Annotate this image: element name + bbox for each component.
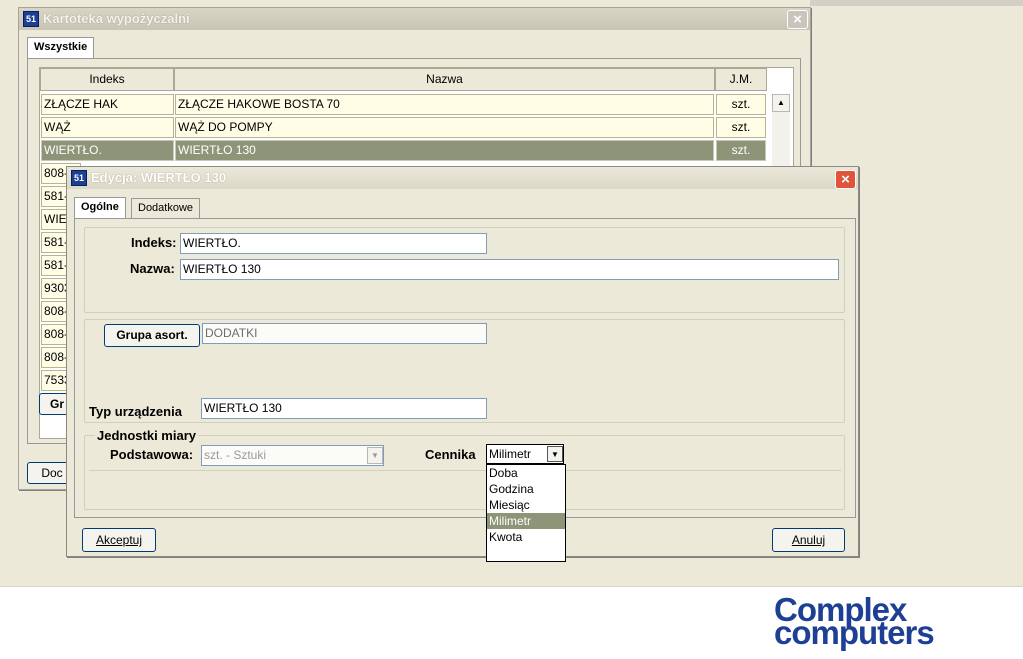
tab-ogolne[interactable]: Ogólne <box>74 197 126 219</box>
nazwa-field[interactable]: WIERTŁO 130 <box>180 259 839 280</box>
edycja-dialog: Edycja: WIERTŁO 130 51 × Ogólne Dodatkow… <box>66 166 859 562</box>
grupa-asort-button[interactable]: Grupa asort. <box>104 324 200 347</box>
table-row-cell[interactable]: szt. <box>716 117 766 138</box>
cennika-value: Milimetr <box>489 447 531 461</box>
complex-computers-logo: Complex computers <box>772 593 1012 651</box>
podstawowa-label: Podstawowa: <box>110 447 194 462</box>
akceptuj-button[interactable]: Akceptuj <box>82 528 156 552</box>
podstawowa-value: szt. - Sztuki <box>204 448 267 462</box>
kartoteka-title: Kartoteka wypożyczalni <box>43 11 190 26</box>
edycja-titlebar[interactable]: Edycja: WIERTŁO 130 <box>67 167 858 189</box>
desktop-strip <box>810 0 1023 6</box>
table-row-cell[interactable]: ZŁĄCZE HAK <box>41 94 174 115</box>
kartoteka-titlebar[interactable]: Kartoteka wypożyczalni <box>19 8 810 30</box>
indeks-field[interactable]: WIERTŁO. <box>180 233 487 254</box>
logo-line2: computers <box>774 614 935 651</box>
typ-urzadzenia-label: Typ urządzenia <box>89 404 182 419</box>
cennika-dropdown[interactable]: Doba Godzina Miesiąc Milimetr Kwota <box>486 464 566 562</box>
cennika-label: Cennika <box>425 447 476 462</box>
cennika-option-kwota[interactable]: Kwota <box>487 529 565 545</box>
table-row-cell-selected[interactable]: szt. <box>716 140 766 161</box>
chevron-down-icon: ▼ <box>367 447 383 464</box>
tab-wszystkie-label: Wszystkie <box>34 41 88 53</box>
column-header-indeks[interactable]: Indeks <box>40 68 174 91</box>
cennika-option-godzina[interactable]: Godzina <box>487 481 565 497</box>
close-icon[interactable]: × <box>787 10 808 29</box>
scroll-up-icon[interactable]: ▲ <box>772 94 790 112</box>
app-icon: 51 <box>71 170 87 186</box>
divider <box>89 470 841 471</box>
cennika-option-doba[interactable]: Doba <box>487 465 565 481</box>
jednostki-label: Jednostki miary <box>95 428 198 443</box>
column-header-jm[interactable]: J.M. <box>715 68 767 91</box>
table-row-cell[interactable]: WĄŻ <box>41 117 174 138</box>
tab-dodatkowe-label: Dodatkowe <box>138 202 194 214</box>
table-row-cell[interactable]: ZŁĄCZE HAKOWE BOSTA 70 <box>175 94 714 115</box>
table-row-cell[interactable]: szt. <box>716 94 766 115</box>
column-header-nazwa[interactable]: Nazwa <box>174 68 715 91</box>
table-row-cell-selected[interactable]: WIERTŁO 130 <box>175 140 714 161</box>
podstawowa-select: szt. - Sztuki <box>201 445 384 466</box>
table-row-cell-selected[interactable]: WIERTŁO. <box>41 140 174 161</box>
tab-ogolne-label: Ogólne <box>81 201 119 213</box>
tab-wszystkie[interactable]: Wszystkie <box>27 37 95 59</box>
anuluj-button[interactable]: Anuluj <box>772 528 845 552</box>
app-icon: 51 <box>23 11 39 27</box>
table-row-cell[interactable]: WĄŻ DO POMPY <box>175 117 714 138</box>
nazwa-label: Nazwa: <box>130 261 175 276</box>
indeks-label: Indeks: <box>131 235 177 250</box>
tab-dodatkowe[interactable]: Dodatkowe <box>131 198 201 218</box>
chevron-down-icon[interactable]: ▼ <box>547 446 563 462</box>
edycja-title: Edycja: WIERTŁO 130 <box>91 170 227 185</box>
grupa-field: DODATKI <box>202 323 487 344</box>
close-icon[interactable]: × <box>835 170 856 189</box>
cennika-option-milimetr[interactable]: Milimetr <box>487 513 565 529</box>
typ-urzadzenia-field[interactable]: WIERTŁO 130 <box>201 398 487 419</box>
cennika-option-miesiac[interactable]: Miesiąc <box>487 497 565 513</box>
